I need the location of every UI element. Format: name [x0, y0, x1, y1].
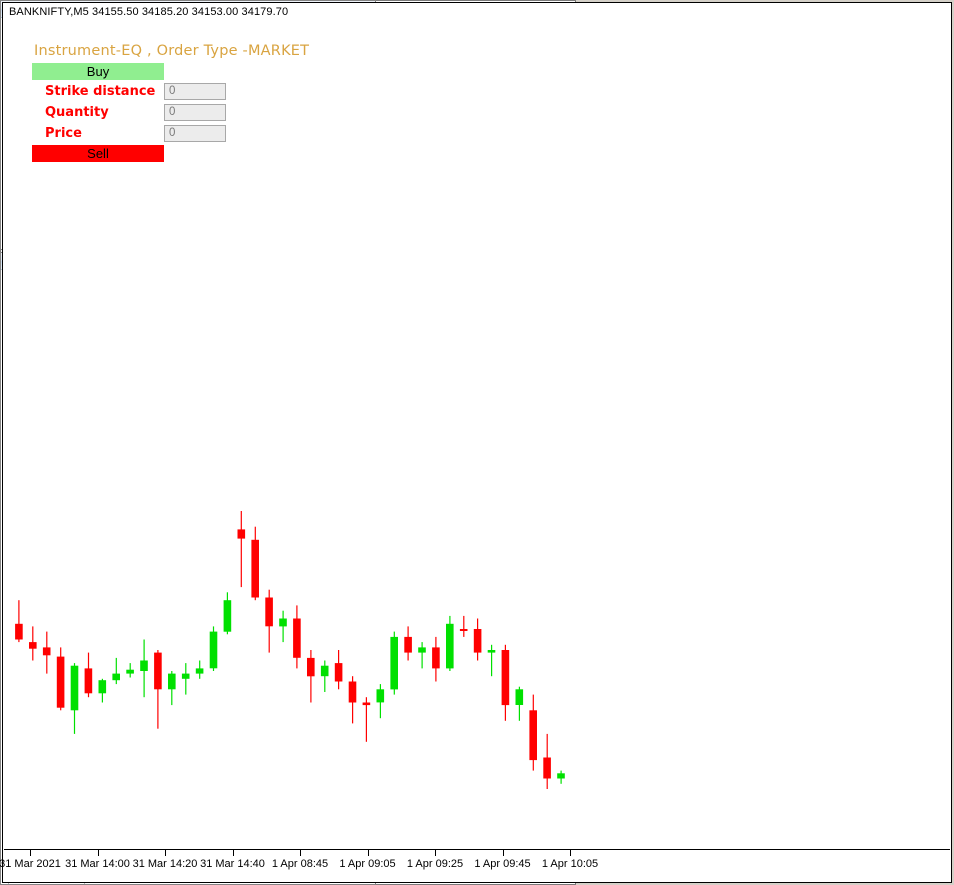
x-axis-tick: [97, 850, 99, 856]
x-axis-label: 31 Mar 14:00: [65, 858, 130, 870]
field-row-quantity: Quantity 0: [24, 103, 324, 122]
x-axis-label: 1 Apr 10:05: [541, 858, 599, 870]
field-row-strike-distance: Strike distance 0: [24, 82, 324, 101]
application-window: Market Watch: 15:02:22 ✕ Symbol Bid Ask …: [0, 0, 954, 885]
x-axis-tick: [232, 850, 234, 856]
x-axis-label: 31 Mar 14:20: [132, 858, 198, 870]
chart-trader-panel: Instrument-EQ , Order Type -MARKET Buy S…: [24, 43, 324, 162]
x-axis-label: 31 Mar 14:40: [200, 858, 265, 870]
x-axis-label: 1 Apr 09:45: [474, 858, 531, 870]
x-axis-label: 1 Apr 09:05: [339, 858, 396, 870]
chart-window: BANKNIFTY,M5 34155.50 34185.20 34153.00 …: [0, 0, 952, 885]
x-axis-tick: [165, 850, 166, 856]
quantity-label: Quantity: [45, 105, 109, 120]
price-input[interactable]: 0: [164, 125, 226, 142]
chart-plot-area[interactable]: Instrument-EQ , Order Type -MARKET Buy S…: [4, 21, 950, 850]
strike-distance-input[interactable]: 0: [164, 83, 226, 100]
buy-button[interactable]: Buy: [32, 63, 164, 80]
chart-window-inner: BANKNIFTY,M5 34155.50 34185.20 34153.00 …: [0, 2, 952, 883]
sell-button[interactable]: Sell: [32, 145, 164, 162]
x-axis-tick: [435, 850, 436, 856]
strike-distance-label: Strike distance: [45, 84, 156, 99]
x-axis-label: 1 Apr 09:25: [406, 858, 464, 870]
chart-header-label: BANKNIFTY,M5 34155.50 34185.20 34153.00 …: [9, 6, 289, 18]
chart-x-axis: 31 Mar 2021 31 Mar 14:00 31 Mar 14:20 31 Ma…: [0, 849, 950, 882]
x-axis-label: 31 Mar 2021: [0, 858, 61, 870]
price-label: Price: [45, 126, 82, 141]
x-axis-tick: [300, 850, 301, 856]
x-axis-tick: [502, 850, 504, 856]
x-axis-tick: [30, 850, 31, 856]
quantity-input[interactable]: 0: [164, 104, 226, 121]
x-axis-tick: [570, 850, 571, 856]
order-info-label: Instrument-EQ , Order Type -MARKET: [34, 43, 310, 59]
x-axis-tick: [367, 850, 369, 856]
x-axis-label: 1 Apr 08:45: [271, 858, 329, 870]
field-row-price: Price 0: [24, 124, 324, 143]
